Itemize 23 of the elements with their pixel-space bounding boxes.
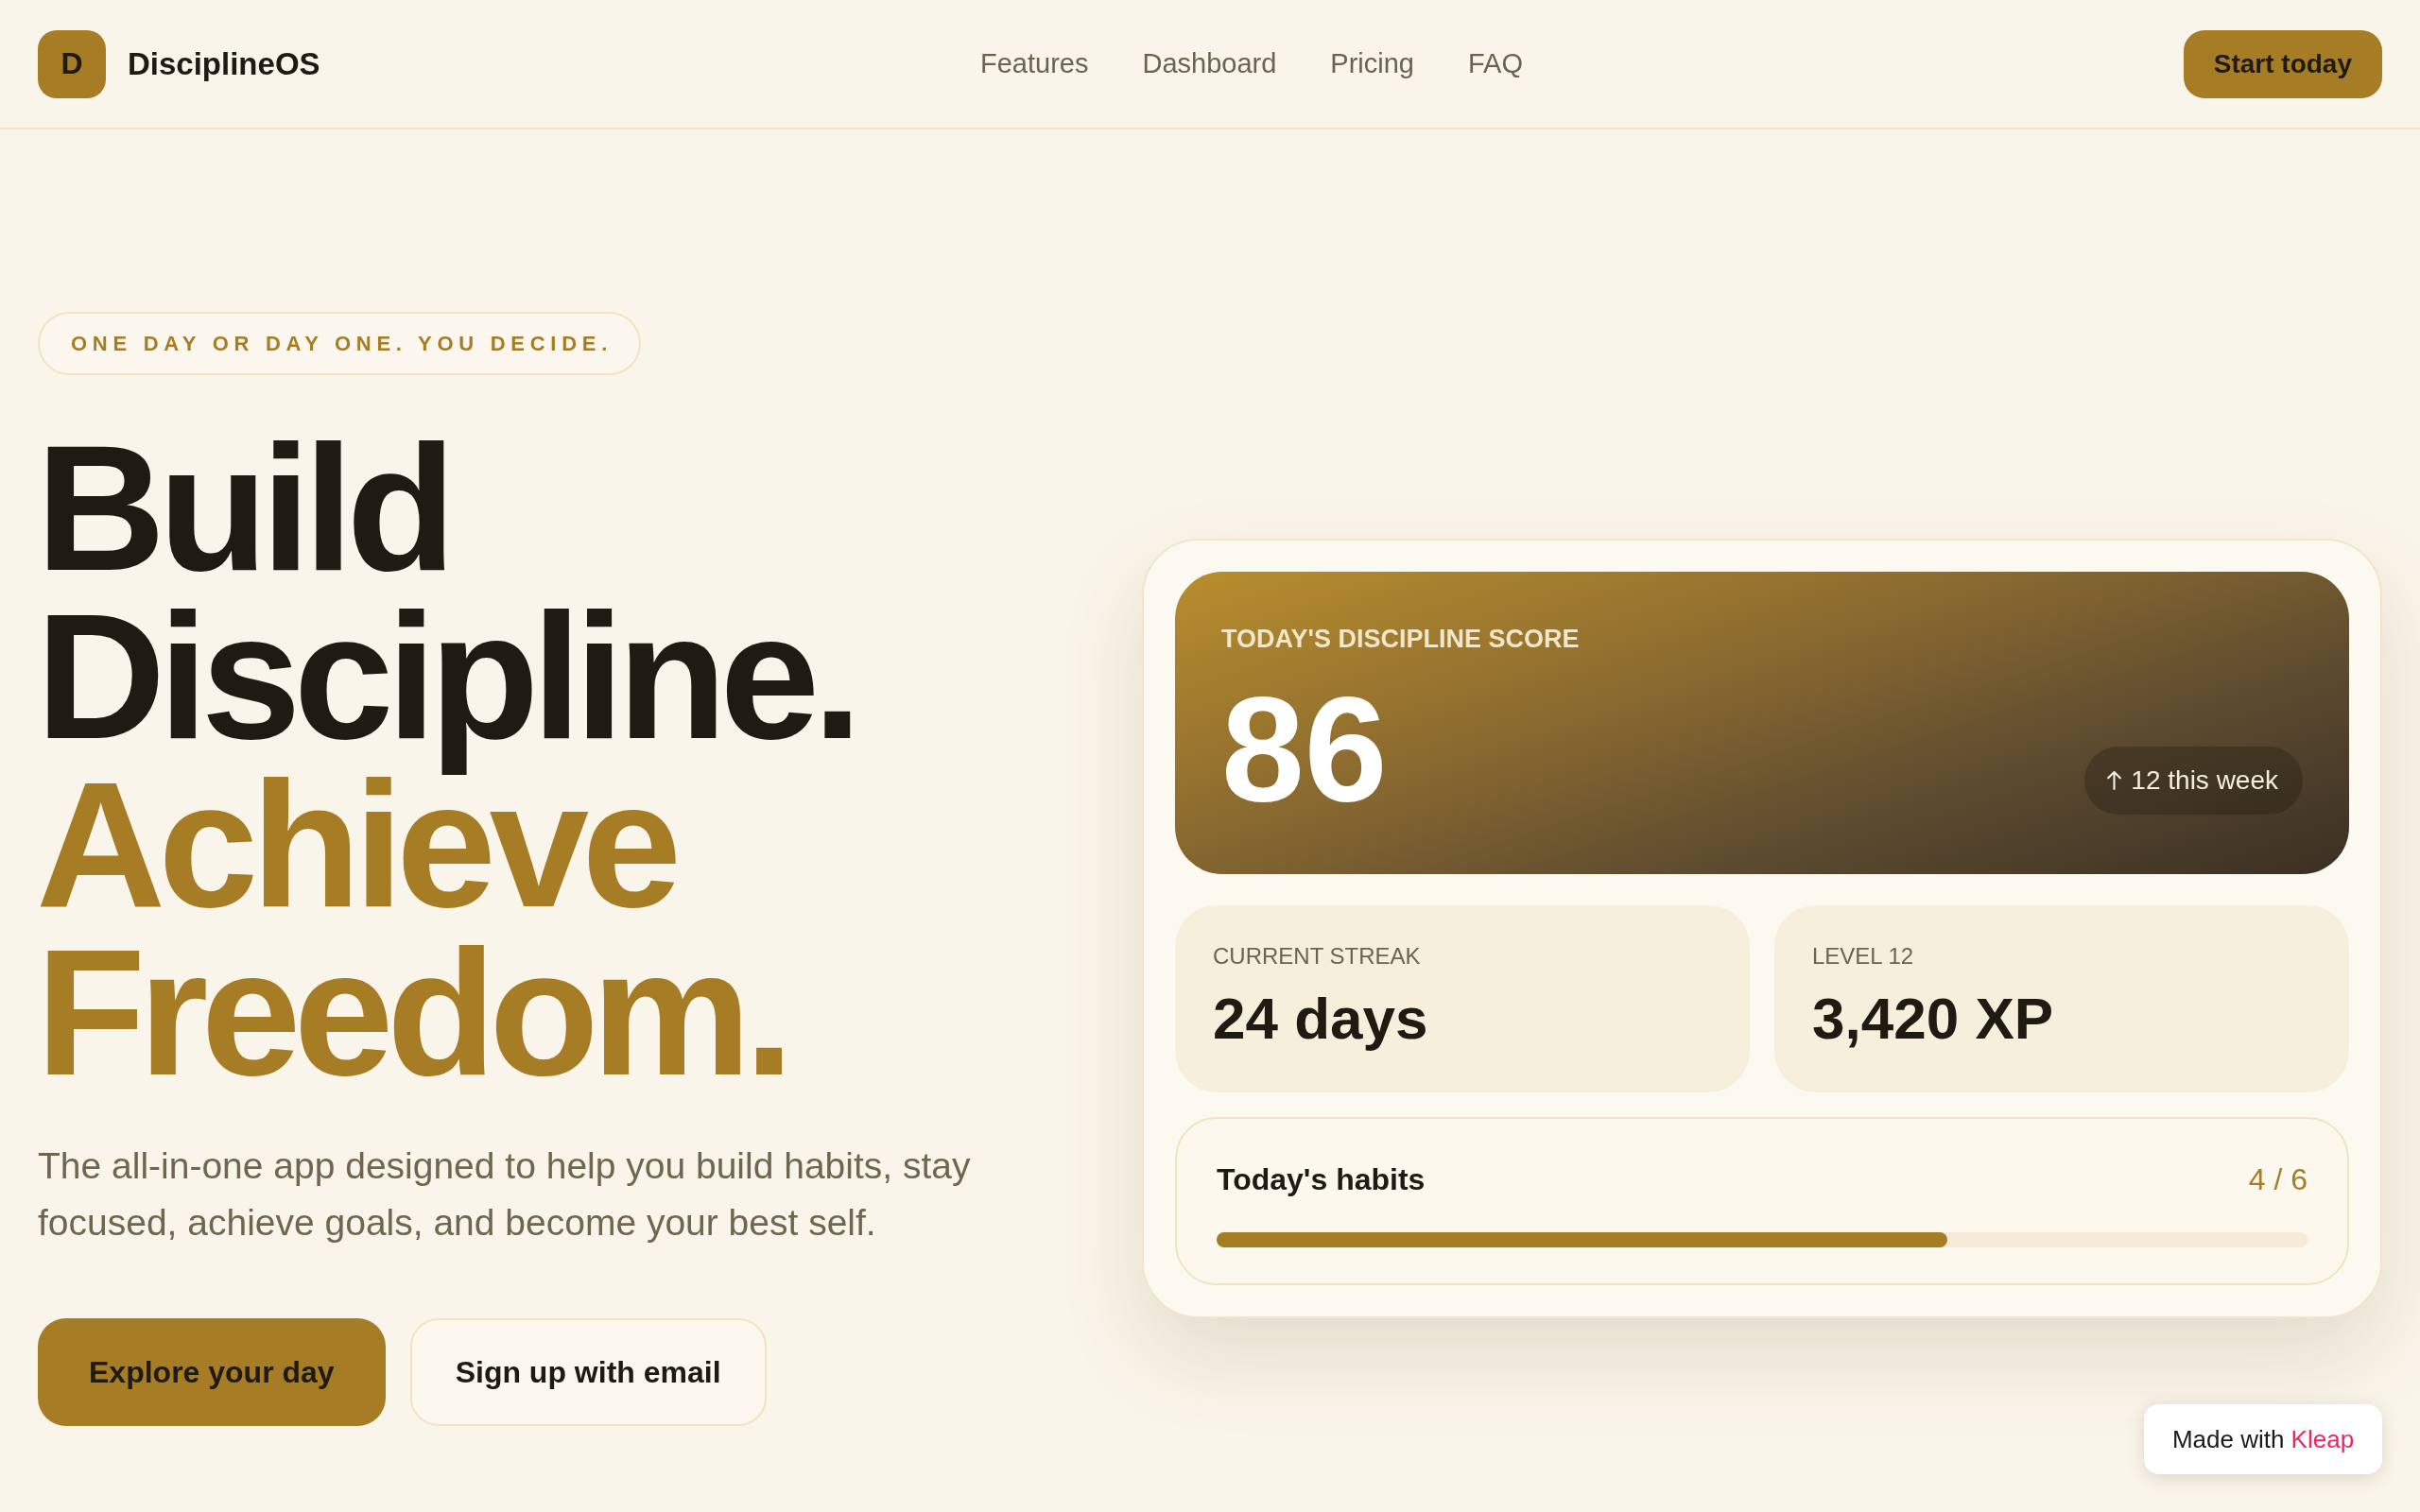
stat-label: LEVEL 12 [1812, 943, 1914, 970]
tagline-pill: ONE DAY OR DAY ONE. YOU DECIDE. [38, 312, 642, 375]
habits-title: Today's habits [1217, 1162, 1426, 1197]
score-label: TODAY'S DISCIPLINE SCORE [1221, 625, 1580, 654]
arrow-up-icon [2107, 771, 2122, 790]
nav-link[interactable]: FAQ [1468, 48, 1523, 79]
score-value: 86 [1221, 674, 1388, 823]
signup-button[interactable]: Sign up with email [409, 1318, 767, 1426]
nav-link[interactable]: Features [980, 48, 1089, 79]
stat-value: 3,420 XP [1812, 987, 2054, 1051]
brand-name[interactable]: DisciplineOS [128, 45, 320, 82]
nav-link[interactable]: Pricing [1330, 48, 1414, 79]
stat-value: 24 days [1213, 987, 1428, 1051]
nav-link[interactable]: Dashboard [1142, 48, 1277, 79]
made-with-link[interactable]: Made with Kleap [2144, 1404, 2382, 1474]
stat-label: CURRENT STREAK [1213, 943, 1421, 970]
habits-count: 4 / 6 [2248, 1162, 2308, 1197]
explore-button[interactable]: Explore your day [38, 1318, 386, 1426]
hero-headline: Build Discipline. Achieve Freedom. [36, 423, 856, 1096]
start-button[interactable]: Start today [2183, 29, 2382, 98]
trend-text: 12 this week [2131, 765, 2278, 796]
logo-mark[interactable]: D [38, 29, 106, 98]
hero-description: The all-in-one app designed to help you build habits, stay focused, achieve goals, and become your best self. [38, 1144, 972, 1245]
